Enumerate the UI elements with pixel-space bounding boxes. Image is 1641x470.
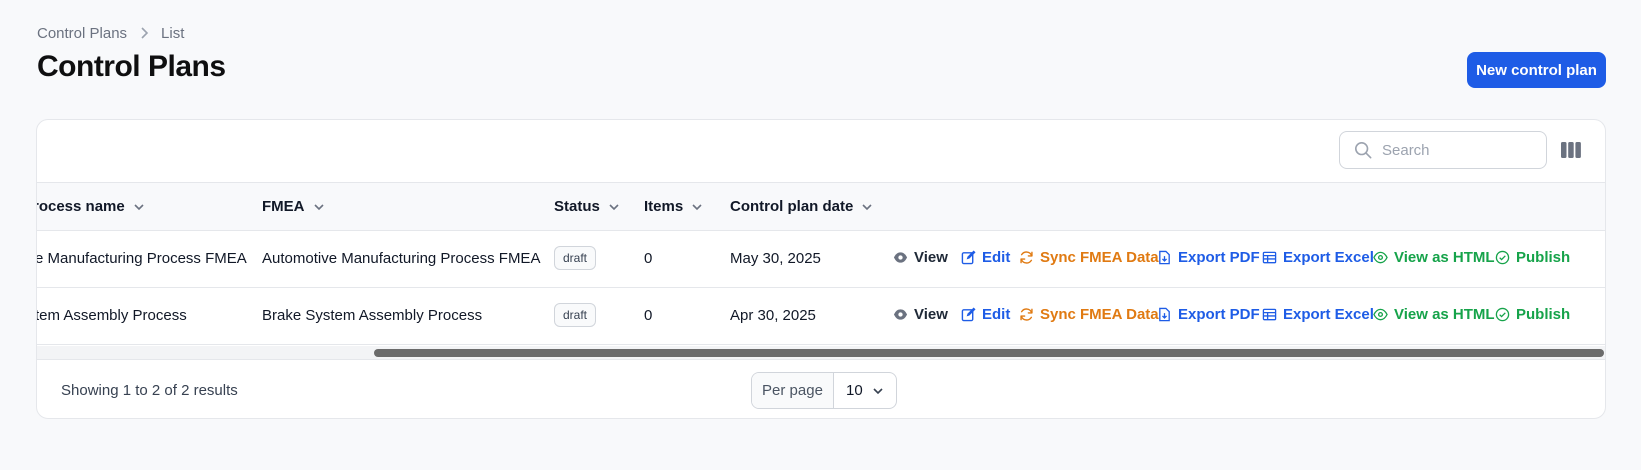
edit-action[interactable]: Edit	[961, 306, 1010, 323]
table-toolbar: Search	[37, 120, 1605, 182]
table-row: tem Assembly Process Brake System Assemb…	[36, 288, 1605, 345]
items-cell: 0	[644, 307, 653, 324]
publish-label: Publish	[1516, 306, 1571, 323]
table-icon	[1262, 308, 1277, 321]
export-excel-label: Export Excel	[1283, 306, 1374, 323]
scrollbar-thumb[interactable]	[374, 349, 1604, 357]
chevron-down-icon	[313, 203, 324, 210]
per-page-dropdown[interactable]: 10	[834, 373, 896, 408]
refresh-icon	[1020, 251, 1033, 264]
table-header: rocess name FMEA Status Items Control pl…	[36, 182, 1605, 231]
view-action[interactable]: View	[893, 249, 948, 266]
search-placeholder: Search	[1382, 141, 1430, 159]
table-row: e Manufacturing Process FMEA Automotive …	[36, 231, 1605, 288]
export-pdf-label: Export PDF	[1178, 306, 1260, 323]
table-icon	[1262, 251, 1277, 264]
sync-label: Sync FMEA Data	[1040, 249, 1159, 266]
edit-icon	[961, 250, 976, 265]
status-badge: draft	[554, 246, 597, 270]
breadcrumb-control-plans[interactable]: Control Plans	[37, 25, 127, 42]
results-summary: Showing 1 to 2 of 2 results	[61, 382, 238, 399]
column-label: Status	[554, 198, 600, 215]
items-cell: 0	[644, 250, 653, 267]
edit-action[interactable]: Edit	[961, 249, 1010, 266]
search-input[interactable]: Search	[1339, 131, 1547, 169]
column-items[interactable]: Items	[644, 198, 703, 215]
per-page-label: Per page	[752, 373, 834, 408]
chevron-right-icon	[139, 26, 149, 42]
column-fmea[interactable]: FMEA	[262, 198, 325, 215]
process-name-cell: e Manufacturing Process FMEA	[36, 250, 247, 267]
export-pdf-action[interactable]: Export PDF	[1157, 249, 1260, 266]
column-label: Control plan date	[730, 198, 854, 215]
publish-action[interactable]: Publish	[1495, 306, 1570, 323]
view-label: View	[914, 249, 948, 266]
chevron-down-icon	[134, 203, 144, 210]
view-as-html-label: View as HTML	[1394, 249, 1495, 266]
chevron-down-icon	[873, 387, 883, 394]
edit-label: Edit	[982, 249, 1011, 266]
column-toggle-icon[interactable]	[1561, 140, 1581, 160]
chevron-down-icon	[609, 203, 619, 210]
check-circle-icon	[1495, 307, 1510, 322]
eye-outline-icon	[1373, 251, 1388, 264]
status-badge: draft	[554, 303, 597, 327]
page-title: Control Plans	[37, 50, 226, 83]
table-card: Search rocess name FMEA Status Items Con…	[36, 119, 1606, 419]
document-download-icon	[1159, 250, 1170, 265]
horizontal-scrollbar[interactable]	[37, 346, 1605, 360]
publish-action[interactable]: Publish	[1495, 249, 1570, 266]
column-label: rocess name	[36, 198, 125, 215]
view-label: View	[914, 306, 948, 323]
column-status[interactable]: Status	[554, 198, 620, 215]
search-icon	[1354, 141, 1372, 159]
eye-outline-icon	[1373, 308, 1388, 321]
chevron-down-icon	[862, 203, 872, 210]
process-name-cell: tem Assembly Process	[36, 307, 187, 324]
export-excel-action[interactable]: Export Excel	[1262, 306, 1374, 323]
breadcrumb-list: List	[161, 25, 185, 42]
column-label: Items	[644, 198, 684, 215]
sync-label: Sync FMEA Data	[1040, 306, 1159, 323]
document-download-icon	[1159, 307, 1170, 322]
chevron-down-icon	[692, 203, 702, 210]
eye-icon	[893, 252, 908, 263]
date-cell: Apr 30, 2025	[730, 307, 816, 324]
per-page-select[interactable]: Per page 10	[751, 372, 897, 409]
view-as-html-action[interactable]: View as HTML	[1373, 306, 1495, 323]
export-excel-action[interactable]: Export Excel	[1262, 249, 1374, 266]
view-as-html-action[interactable]: View as HTML	[1373, 249, 1495, 266]
edit-label: Edit	[982, 306, 1011, 323]
eye-icon	[893, 309, 908, 320]
view-action[interactable]: View	[893, 306, 948, 323]
date-cell: May 30, 2025	[730, 250, 821, 267]
export-excel-label: Export Excel	[1283, 249, 1374, 266]
column-process-name[interactable]: rocess name	[36, 198, 145, 215]
edit-icon	[961, 307, 976, 322]
refresh-icon	[1020, 308, 1033, 321]
fmea-cell: Brake System Assembly Process	[262, 307, 483, 324]
new-control-plan-button[interactable]: New control plan	[1467, 52, 1606, 88]
sync-fmea-action[interactable]: Sync FMEA Data	[1019, 306, 1159, 323]
per-page-value: 10	[846, 382, 863, 399]
export-pdf-action[interactable]: Export PDF	[1157, 306, 1260, 323]
publish-label: Publish	[1516, 249, 1571, 266]
export-pdf-label: Export PDF	[1178, 249, 1260, 266]
fmea-cell: Automotive Manufacturing Process FMEA	[262, 250, 541, 267]
check-circle-icon	[1495, 250, 1510, 265]
breadcrumb: Control Plans List	[37, 25, 184, 42]
table-footer: Showing 1 to 2 of 2 results Per page 10	[37, 360, 1605, 418]
column-control-plan-date[interactable]: Control plan date	[730, 198, 873, 215]
view-as-html-label: View as HTML	[1394, 306, 1495, 323]
sync-fmea-action[interactable]: Sync FMEA Data	[1019, 249, 1159, 266]
column-label: FMEA	[262, 198, 305, 215]
